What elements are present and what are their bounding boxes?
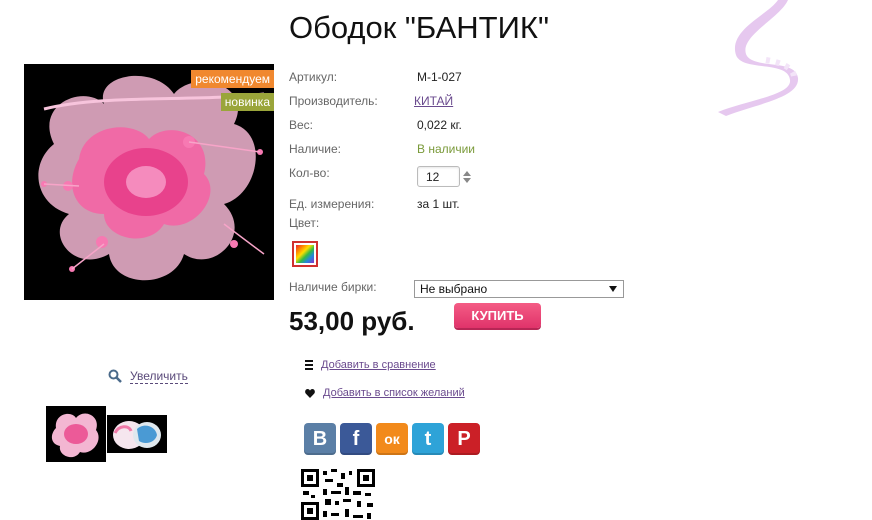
stock-value: В наличии [417, 142, 476, 156]
chevron-down-icon [609, 286, 617, 292]
zoom-label: Увеличить [130, 368, 188, 384]
color-option-multicolor[interactable] [292, 241, 318, 267]
recommend-badge: рекомендуем [191, 70, 274, 88]
multicolor-swatch [296, 245, 314, 263]
thumbnail-1[interactable] [46, 406, 106, 462]
add-to-compare[interactable]: Добавить в сравнение [305, 359, 436, 371]
facebook-share-button[interactable]: f [340, 423, 372, 455]
vk-share-button[interactable]: В [304, 423, 336, 455]
wishlist-link-text: Добавить в список желаний [323, 387, 465, 399]
unit-value: за 1 шт. [417, 197, 460, 211]
weight-label: Вес: [289, 118, 314, 132]
buy-button[interactable]: КУПИТЬ [454, 303, 541, 328]
maker-link[interactable]: КИТАЙ [414, 94, 453, 108]
magnifier-icon [108, 369, 122, 383]
tag-select[interactable]: Не выбрано [414, 280, 624, 298]
add-to-wishlist[interactable]: Добавить в список желаний [305, 387, 465, 399]
tag-select-value: Не выбрано [420, 282, 488, 296]
maker-label: Производитель: [289, 94, 378, 108]
thumbnail-2[interactable] [107, 415, 167, 453]
quantity-arrows[interactable] [463, 170, 471, 183]
stock-label: Наличие: [289, 142, 342, 156]
quantity-input[interactable] [417, 166, 460, 187]
new-badge: новинка [220, 93, 274, 111]
heart-icon [305, 388, 315, 398]
social-share-bar: В f ок t P [304, 423, 480, 455]
unit-label: Ед. измерения: [289, 197, 375, 211]
ribbon-decoration [718, 0, 799, 116]
color-label: Цвет: [289, 216, 320, 230]
tag-label: Наличие бирки: [289, 280, 377, 294]
product-title: Ободок "БАНТИК" [289, 10, 549, 45]
twitter-share-button[interactable]: t [412, 423, 444, 455]
quantity-stepper [417, 166, 471, 187]
weight-value: 0,022 кг. [417, 118, 462, 132]
qty-label: Кол-во: [289, 166, 330, 180]
odnoklassniki-share-button[interactable]: ок [376, 423, 408, 455]
pinterest-share-button[interactable]: P [448, 423, 480, 455]
compare-link-text: Добавить в сравнение [321, 359, 436, 371]
list-icon [305, 360, 313, 370]
zoom-link[interactable]: Увеличить [108, 367, 188, 385]
article-label: Артикул: [289, 70, 338, 84]
product-price: 53,00 руб. [289, 306, 415, 336]
thumbnail-strip [46, 406, 167, 462]
product-main-image[interactable]: рекомендуем новинка [24, 64, 274, 300]
decrement-arrow-icon[interactable] [463, 177, 471, 183]
qr-code [301, 469, 375, 520]
increment-arrow-icon[interactable] [463, 170, 471, 176]
article-value: М-1-027 [417, 70, 462, 84]
